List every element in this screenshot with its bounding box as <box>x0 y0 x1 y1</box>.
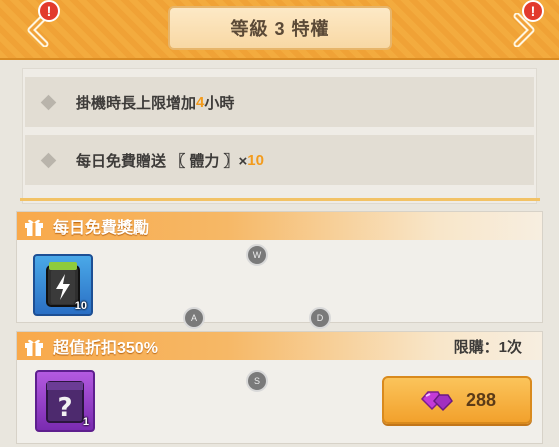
gem-icon <box>420 391 453 412</box>
privilege-text: 掛機時長上限增加 <box>76 94 197 112</box>
item-quantity: 1 <box>82 416 89 428</box>
gift-icon <box>25 339 43 356</box>
svg-text:?: ? <box>57 393 72 423</box>
privilege-text: 每日免費贈送 <box>76 152 167 170</box>
buy-button[interactable]: 288 <box>382 376 532 424</box>
gift-icon <box>25 219 43 236</box>
privilege-value: 4 <box>196 93 205 111</box>
header-bar: ! 等級 3 特權 ! <box>0 0 559 60</box>
daily-reward-header: 每日免費獎勵 <box>17 212 542 240</box>
discount-offer-header: 超值折扣350% 限購：1次 <box>17 332 542 360</box>
item-quantity: 10 <box>74 300 87 312</box>
key-hint-a: A <box>183 307 205 329</box>
diamond-bullet-icon <box>40 152 57 168</box>
price-label: 288 <box>465 389 497 410</box>
offer-item-card[interactable]: ? 1 <box>35 370 95 432</box>
daily-reward-panel: 每日免費獎勵 10 <box>16 211 543 323</box>
purchase-limit: 限購：1次 <box>453 338 522 356</box>
privilege-item: 每日免費贈送 〖 體力 〗× 10 <box>25 135 534 185</box>
prev-alert-badge: ! <box>38 0 60 22</box>
daily-reward-title: 每日免費獎勵 <box>53 220 150 237</box>
privilege-item-name: 〖 體力 〗× <box>170 152 248 170</box>
key-hint-d: D <box>309 307 331 329</box>
diamond-bullet-icon <box>40 94 57 110</box>
page-title: 等級 3 特權 <box>168 6 392 50</box>
privilege-item: 掛機時長上限增加 4 小時 <box>25 77 534 127</box>
privilege-value: 10 <box>247 151 264 169</box>
privilege-unit: 小時 <box>204 94 235 112</box>
key-hint-w: W <box>246 244 268 266</box>
privilege-list: 掛機時長上限增加 4 小時 每日免費贈送 〖 體力 〗× 10 <box>22 68 537 204</box>
next-alert-badge: ! <box>522 0 544 22</box>
reward-item-card[interactable]: 10 <box>33 254 93 316</box>
key-hint-s: S <box>246 370 268 392</box>
divider <box>20 198 540 201</box>
discount-offer-title: 超值折扣350% <box>53 340 158 357</box>
